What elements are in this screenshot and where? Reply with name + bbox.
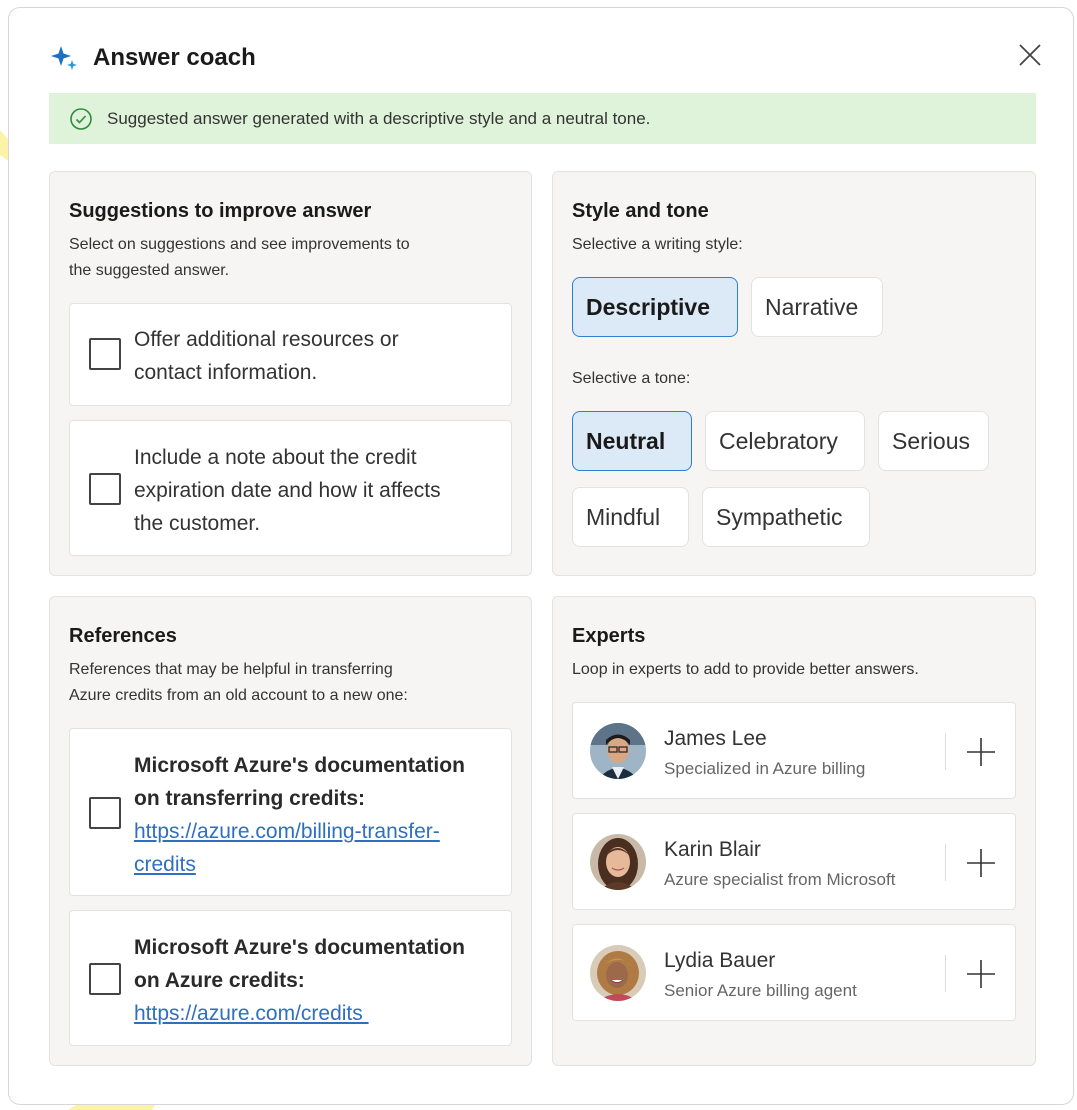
experts-card: Experts Loop in experts to add to provid… [552, 596, 1036, 1066]
check-circle-icon [70, 107, 92, 130]
style-chip-descriptive[interactable]: Descriptive [572, 277, 738, 337]
panel-header: Answer coach [51, 38, 256, 78]
experts-title: Experts [572, 625, 646, 647]
answer-coach-panel: Answer coach Suggested answer generated … [8, 7, 1074, 1105]
reference-checkbox[interactable] [89, 797, 121, 829]
reference-text: Microsoft Azure's documentation on trans… [134, 749, 465, 881]
sparkle-icon [51, 46, 77, 70]
suggestion-text: Offer additional resources or contact in… [134, 328, 399, 384]
banner-text: Suggested answer generated with a descri… [107, 108, 651, 128]
expert-role: Azure specialist from Microsoft [664, 870, 896, 889]
tone-label: Selective a tone: [572, 370, 691, 387]
reference-item[interactable]: Microsoft Azure's documentation on Azure… [69, 910, 512, 1046]
expert-row: Karin Blair Azure specialist from Micros… [572, 813, 1016, 910]
suggestion-item[interactable]: Offer additional resources or contact in… [69, 303, 512, 406]
tone-chip-serious[interactable]: Serious [878, 411, 989, 471]
tone-chip-neutral[interactable]: Neutral [572, 411, 692, 471]
suggestions-description: Select on suggestions and see improvemen… [69, 236, 410, 279]
add-expert-icon[interactable] [965, 847, 997, 879]
expert-row: Lydia Bauer Senior Azure billing agent [572, 924, 1016, 1021]
experts-description: Loop in experts to add to provide better… [572, 661, 919, 678]
style-tone-title: Style and tone [572, 200, 709, 222]
suggestion-text: Include a note about the credit expirati… [134, 446, 441, 535]
references-card: References References that may be helpfu… [49, 596, 532, 1066]
divider [945, 844, 946, 881]
avatar [590, 834, 646, 890]
divider [945, 955, 946, 992]
expert-name: Karin Blair [664, 838, 761, 861]
divider [945, 733, 946, 770]
panel-title: Answer coach [93, 44, 256, 71]
style-label: Selective a writing style: [572, 236, 743, 253]
expert-name: James Lee [664, 727, 767, 750]
expert-role: Senior Azure billing agent [664, 981, 857, 1000]
reference-link[interactable]: https://azure.com/credits [134, 997, 465, 1030]
expert-name: Lydia Bauer [664, 949, 776, 972]
style-chip-narrative[interactable]: Narrative [751, 277, 883, 337]
references-description: References that may be helpful in transf… [69, 661, 408, 704]
reference-link[interactable]: credits [134, 848, 465, 881]
suggestion-item[interactable]: Include a note about the credit expirati… [69, 420, 512, 556]
expert-role: Specialized in Azure billing [664, 759, 866, 778]
expert-row: James Lee Specialized in Azure billing [572, 702, 1016, 799]
close-icon[interactable] [1017, 42, 1043, 68]
tone-chip-mindful[interactable]: Mindful [572, 487, 689, 547]
suggestion-checkbox[interactable] [89, 473, 121, 505]
suggestion-checkbox[interactable] [89, 338, 121, 370]
tone-chip-celebratory[interactable]: Celebratory [705, 411, 865, 471]
avatar [590, 945, 646, 1001]
success-banner: Suggested answer generated with a descri… [49, 93, 1036, 144]
add-expert-icon[interactable] [965, 958, 997, 990]
tone-chip-sympathetic[interactable]: Sympathetic [702, 487, 870, 547]
reference-text: Microsoft Azure's documentation on Azure… [134, 931, 465, 1030]
reference-item[interactable]: Microsoft Azure's documentation on trans… [69, 728, 512, 896]
suggestions-card: Suggestions to improve answer Select on … [49, 171, 532, 576]
add-expert-icon[interactable] [965, 736, 997, 768]
avatar [590, 723, 646, 779]
reference-checkbox[interactable] [89, 963, 121, 995]
reference-link[interactable]: https://azure.com/billing-transfer- [134, 815, 465, 848]
style-tone-card: Style and tone Selective a writing style… [552, 171, 1036, 576]
references-title: References [69, 625, 177, 647]
suggestions-title: Suggestions to improve answer [69, 200, 372, 222]
